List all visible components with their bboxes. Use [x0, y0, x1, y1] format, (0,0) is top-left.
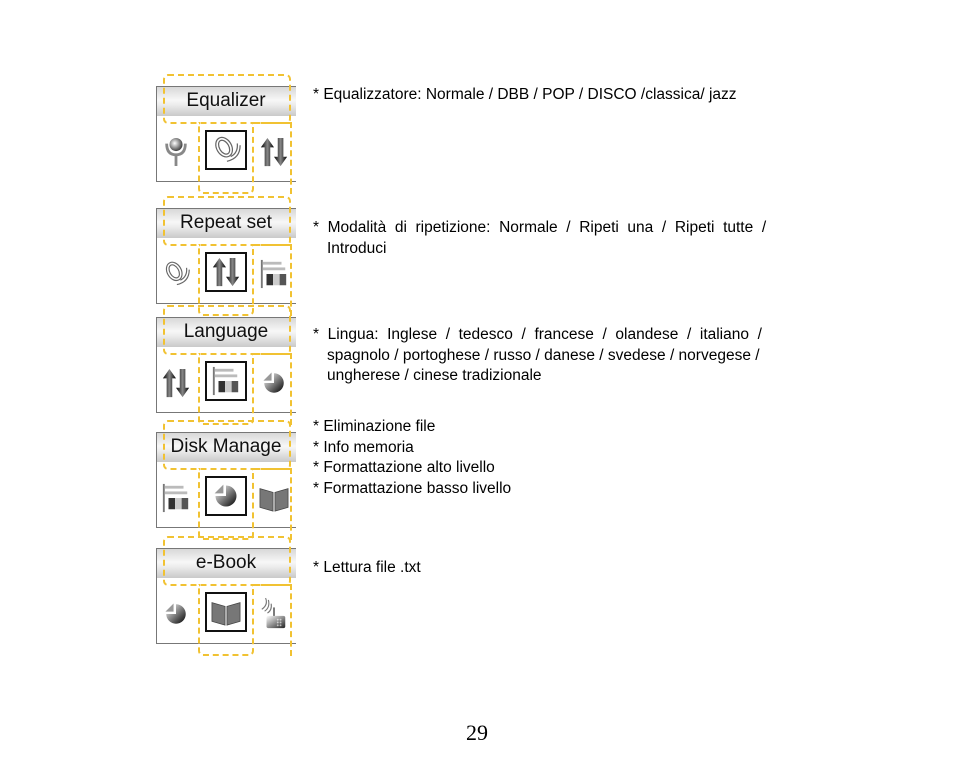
radio-icon	[256, 596, 292, 632]
microphone-icon	[158, 134, 194, 170]
ebook-icon	[256, 480, 292, 516]
description-line: * Formattazione basso livello	[313, 479, 512, 497]
description-line: * Lettura file .txt	[313, 559, 421, 576]
highlight-dash-top	[163, 420, 291, 470]
description-line: * Equalizzatore: Normale / DBB / POP / D…	[313, 86, 737, 103]
section-description-language: * Lingua: Inglese / tedesco / francese /…	[313, 325, 823, 387]
highlight-dash-top	[163, 536, 291, 586]
section-description-repeat-set: * Modalità di ripetizione: Normale / Rip…	[313, 218, 823, 259]
description-line: * Lingua: Inglese / tedesco / francese /…	[313, 326, 762, 343]
disk-pie-icon	[158, 596, 194, 632]
menu-panel-repeat-set: Repeat set	[156, 194, 296, 316]
description-line: ungherese / cinese tradizionale	[327, 367, 542, 384]
language-flag-icon	[205, 361, 247, 401]
repeat-arrows-icon	[158, 365, 194, 401]
language-flag-icon	[158, 480, 194, 516]
menu-panel-language: Language	[156, 303, 296, 425]
highlight-dash-top	[163, 74, 291, 124]
ebook-icon	[205, 592, 247, 632]
disk-pie-icon	[205, 476, 247, 516]
page-number: 29	[466, 720, 488, 745]
description-line: * Modalità di ripetizione: Normale / Rip…	[313, 219, 767, 236]
highlight-dash-top	[163, 196, 291, 246]
language-flag-icon	[256, 256, 292, 292]
equalizer-waves-icon	[158, 256, 194, 292]
description-line: Introduci	[327, 239, 387, 257]
disk-pie-icon	[256, 365, 292, 401]
description-line: * Eliminazione file	[313, 418, 436, 435]
highlight-dash-top	[163, 305, 291, 355]
description-line: * Formattazione alto livello	[313, 459, 495, 476]
menu-panel-disk-manage: Disk Manage	[156, 418, 296, 540]
description-line: spagnolo / portoghese / russo / danese /…	[327, 346, 760, 364]
menu-panel-equalizer: Equalizer	[156, 72, 296, 194]
repeat-arrows-icon	[205, 252, 247, 292]
menu-panel-ebook: e-Book	[156, 534, 296, 656]
equalizer-waves-icon	[205, 130, 247, 170]
description-line: * Info memoria	[313, 438, 414, 456]
section-description-ebook: * Lettura file .txt	[313, 558, 421, 579]
section-description-disk-manage: * Eliminazione file * Info memoria * For…	[313, 417, 511, 499]
section-description-equalizer: * Equalizzatore: Normale / DBB / POP / D…	[313, 85, 737, 106]
repeat-arrows-icon	[256, 134, 292, 170]
